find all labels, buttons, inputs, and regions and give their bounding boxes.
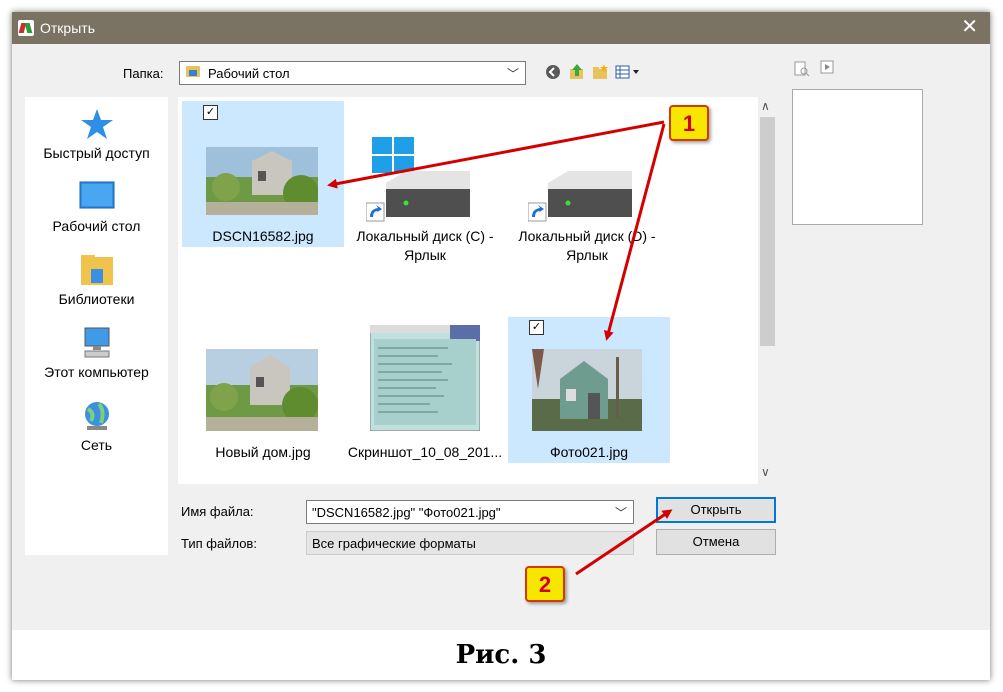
annotation-arrows	[327, 120, 673, 576]
figure-caption: Рис. 3	[455, 640, 547, 670]
annotation-badge-2: 2	[525, 566, 565, 602]
annotation-badge-1: 1	[669, 105, 709, 141]
arrow-to-second-file	[603, 123, 666, 341]
arrow-to-first-file	[327, 120, 665, 189]
arrow-to-open-button	[575, 509, 673, 576]
